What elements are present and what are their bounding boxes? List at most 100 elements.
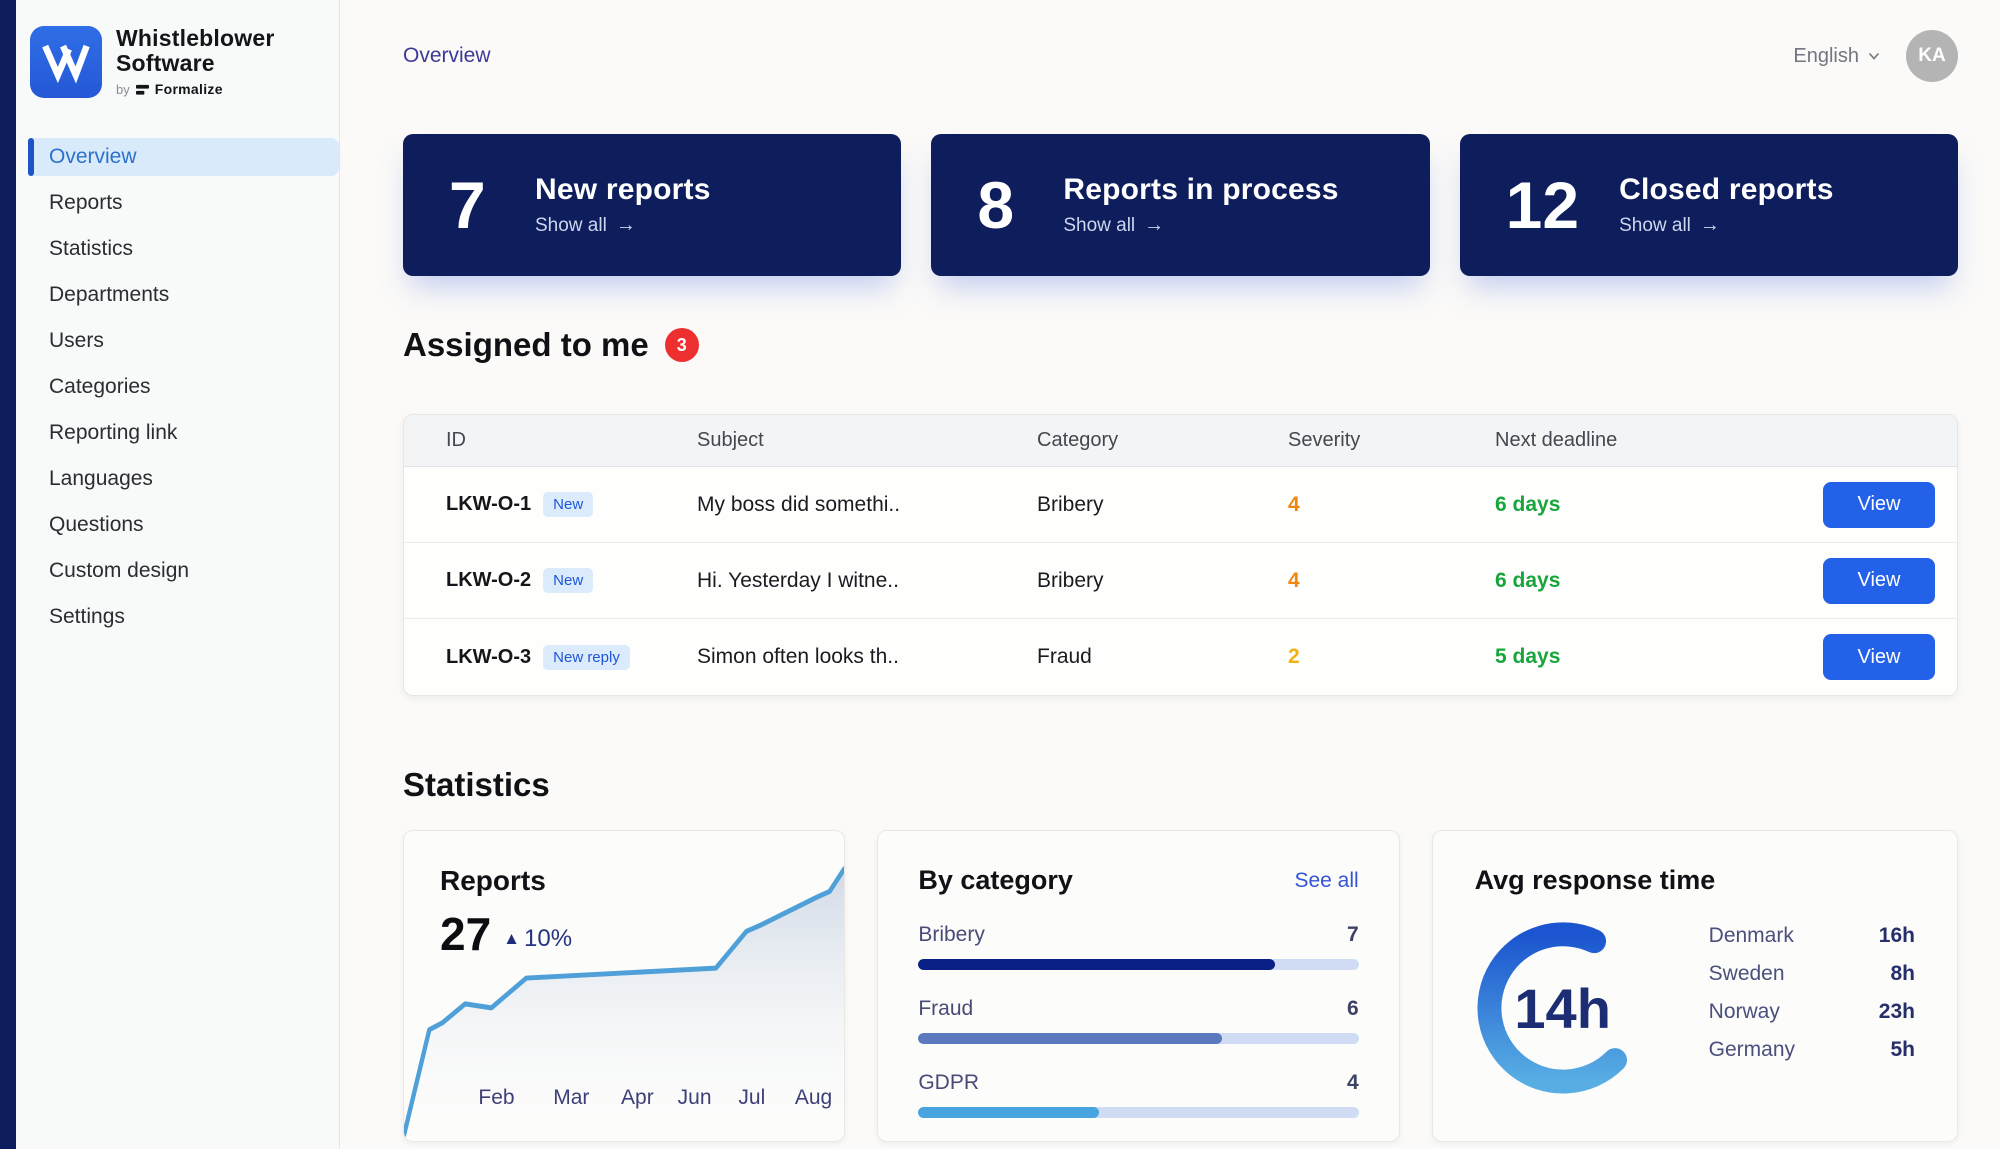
by-category-card: By category See all Bribery 7 Fraud 6	[877, 830, 1399, 1142]
byline-brand: Formalize	[155, 81, 223, 97]
sidebar-item-custom-design[interactable]: Custom design	[16, 552, 339, 590]
x-tick: Aug	[795, 1086, 832, 1110]
category-label: Bribery	[918, 923, 985, 947]
whistleblower-logo-icon	[30, 26, 102, 98]
chevron-down-icon	[1868, 50, 1880, 62]
category-value: 6	[1347, 997, 1359, 1021]
country-label: Germany	[1709, 1038, 1795, 1062]
report-severity: 2	[1288, 645, 1495, 669]
byline-prefix: by	[116, 82, 130, 97]
view-button[interactable]: View	[1823, 634, 1935, 680]
sidebar-item-users[interactable]: Users	[16, 322, 339, 360]
reports-chart-card: Reports 27 ▲ 10% Feb Mar Apr Jun Jul Aug	[403, 830, 845, 1142]
formalize-icon	[136, 83, 149, 96]
report-id: LKW-O-3	[446, 646, 531, 669]
report-id: LKW-O-2	[446, 569, 531, 592]
gauge-value: 14h	[1471, 916, 1655, 1100]
card-closed-reports: 12 Closed reports Show all →	[1460, 134, 1958, 276]
country-label: Norway	[1709, 1000, 1780, 1024]
category-label: Fraud	[918, 997, 973, 1021]
header-next-deadline: Next deadline	[1495, 429, 1785, 452]
breadcrumb[interactable]: Overview	[403, 44, 491, 68]
table-row: LKW-O-2 New Hi. Yesterday I witne.. Brib…	[404, 543, 1957, 619]
arrow-right-icon: →	[616, 214, 636, 237]
reports-total: 27	[440, 911, 491, 957]
sidebar-item-overview[interactable]: Overview	[28, 138, 339, 176]
table-row: LKW-O-1 New My boss did somethi.. Briber…	[404, 467, 1957, 543]
reports-card-title: Reports	[440, 865, 808, 897]
sidebar-item-categories[interactable]: Categories	[16, 368, 339, 406]
triangle-up-icon: ▲	[503, 929, 520, 949]
report-id: LKW-O-1	[446, 493, 531, 516]
report-deadline: 6 days	[1495, 569, 1785, 593]
x-tick: Jul	[738, 1086, 765, 1110]
topbar: Overview English KA	[403, 30, 1958, 82]
x-tick: Jun	[678, 1086, 712, 1110]
arrow-right-icon: →	[1144, 214, 1164, 237]
avg-response-card: Avg response time 14h	[1432, 830, 1958, 1142]
language-selector[interactable]: English	[1793, 45, 1880, 68]
view-button[interactable]: View	[1823, 558, 1935, 604]
card-new-reports: 7 New reports Show all →	[403, 134, 901, 276]
sidebar-item-departments[interactable]: Departments	[16, 276, 339, 314]
in-process-count: 8	[977, 172, 1023, 238]
sidebar-item-reports[interactable]: Reports	[16, 184, 339, 222]
in-process-show-all-link[interactable]: Show all →	[1063, 214, 1338, 237]
by-category-title: By category	[918, 865, 1073, 896]
category-bar-track	[918, 959, 1358, 970]
new-reports-show-all-link[interactable]: Show all →	[535, 214, 711, 237]
new-reports-count: 7	[449, 172, 495, 238]
report-subject: Simon often looks th..	[697, 645, 1037, 669]
country-label: Denmark	[1709, 924, 1794, 948]
sidebar: Whistleblower Software by Formalize Over…	[16, 0, 340, 1149]
report-category: Fraud	[1037, 645, 1288, 669]
header-id: ID	[446, 429, 697, 452]
status-badge: New	[543, 492, 593, 517]
report-deadline: 5 days	[1495, 645, 1785, 669]
brand-text: Whistleblower Software by Formalize	[116, 26, 275, 97]
report-category: Bribery	[1037, 493, 1288, 517]
sidebar-item-reporting-link[interactable]: Reporting link	[16, 414, 339, 452]
report-subject: Hi. Yesterday I witne..	[697, 569, 1037, 593]
closed-count: 12	[1506, 172, 1579, 238]
table-row: LKW-O-3 New reply Simon often looks th..…	[404, 619, 1957, 695]
card-reports-in-process: 8 Reports in process Show all →	[931, 134, 1429, 276]
category-value: 4	[1347, 1071, 1359, 1095]
statistics-title: Statistics	[403, 766, 1958, 804]
arrow-right-icon: →	[1700, 214, 1720, 237]
brand-logo[interactable]: Whistleblower Software by Formalize	[16, 0, 339, 98]
brand-name-line2: Software	[116, 51, 275, 76]
see-all-link[interactable]: See all	[1294, 869, 1358, 893]
report-category: Bribery	[1037, 569, 1288, 593]
avatar[interactable]: KA	[1906, 30, 1958, 82]
category-value: 7	[1347, 923, 1359, 947]
category-bar-track	[918, 1107, 1358, 1118]
x-tick: Feb	[478, 1086, 514, 1110]
closed-show-all-link[interactable]: Show all →	[1619, 214, 1834, 237]
report-severity: 4	[1288, 569, 1495, 593]
category-bar-row: GDPR 4	[918, 1071, 1358, 1118]
sidebar-item-questions[interactable]: Questions	[16, 506, 339, 544]
view-button[interactable]: View	[1823, 482, 1935, 528]
sidebar-item-languages[interactable]: Languages	[16, 460, 339, 498]
legend-row: Norway 23h	[1709, 1000, 1915, 1024]
closed-title: Closed reports	[1619, 173, 1834, 207]
in-process-title: Reports in process	[1063, 173, 1338, 207]
x-tick: Mar	[553, 1086, 589, 1110]
reports-delta: 10%	[524, 925, 572, 953]
country-time: 8h	[1890, 962, 1915, 986]
summary-cards: 7 New reports Show all → 8 Reports in pr…	[403, 134, 1958, 276]
assigned-to-me-title: Assigned to me	[403, 326, 649, 364]
category-bar-row: Fraud 6	[918, 997, 1358, 1044]
sidebar-item-statistics[interactable]: Statistics	[16, 230, 339, 268]
statistics-cards: Reports 27 ▲ 10% Feb Mar Apr Jun Jul Aug	[403, 830, 1958, 1142]
country-time: 5h	[1890, 1038, 1915, 1062]
new-reports-title: New reports	[535, 173, 711, 207]
language-label: English	[1793, 45, 1859, 68]
avg-response-title: Avg response time	[1475, 865, 1915, 896]
country-time: 16h	[1879, 924, 1915, 948]
category-bar-fill	[918, 959, 1275, 970]
sidebar-item-settings[interactable]: Settings	[16, 598, 339, 636]
country-label: Sweden	[1709, 962, 1785, 986]
status-badge: New reply	[543, 645, 630, 670]
